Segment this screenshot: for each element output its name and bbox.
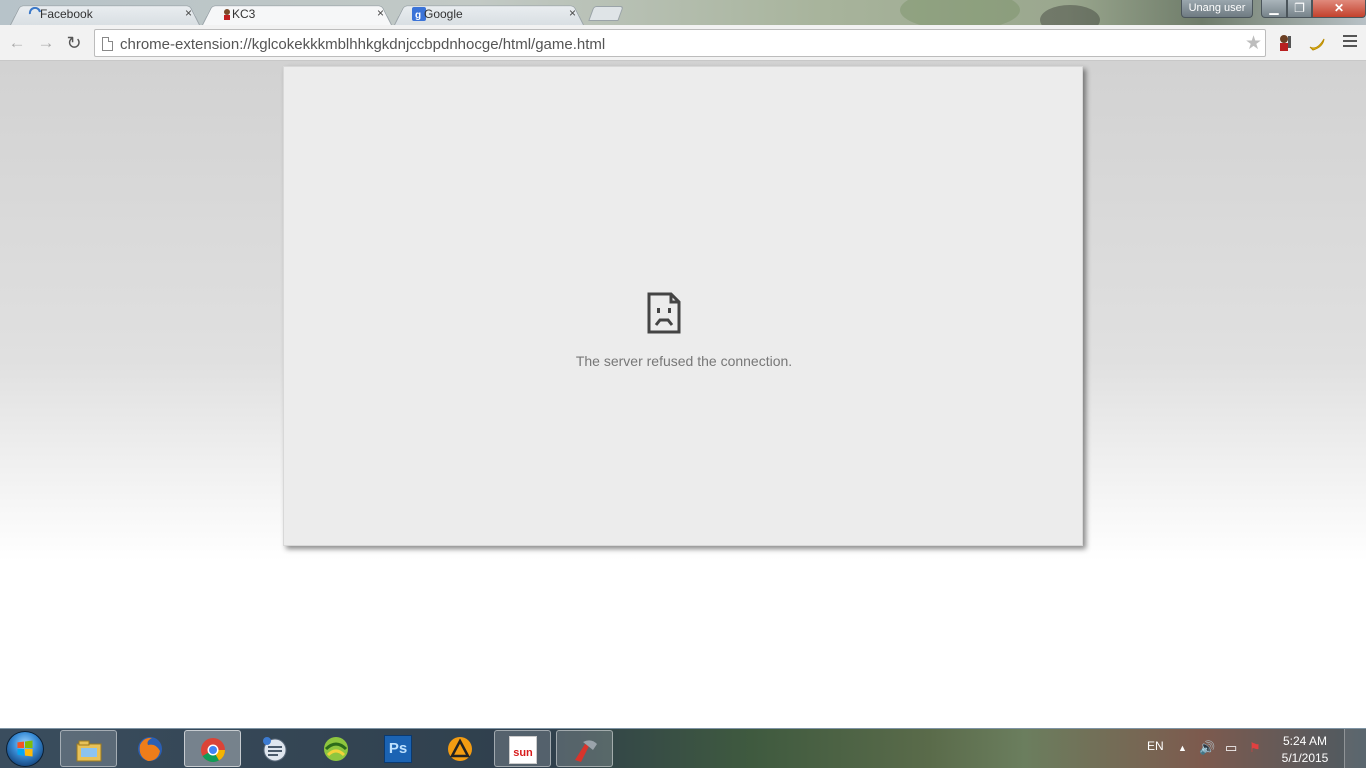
banana-extension-icon[interactable] [1307, 33, 1327, 53]
tab-strip: Facebook × KC3 × g Google × Unang user ▁… [0, 0, 1366, 25]
clock-date[interactable]: 5/1/2015 [1270, 751, 1340, 765]
tab-google[interactable]: g Google × [394, 2, 584, 25]
reload-button[interactable]: ↻ [64, 33, 84, 53]
windows-logo-icon [17, 740, 33, 757]
forward-button[interactable]: → [36, 33, 56, 53]
tab-kc3[interactable]: KC3 × [202, 2, 392, 25]
show-hidden-icons-icon[interactable]: ▲ [1178, 743, 1187, 753]
windows-explorer-icon [76, 740, 102, 762]
taskbar-sun-broadband[interactable]: sun [494, 730, 551, 767]
maximize-button[interactable]: ❐ [1287, 0, 1312, 18]
game-frame: The server refused the connection. [283, 66, 1083, 546]
tab-label: KC3 [232, 6, 256, 21]
chrome-menu-icon[interactable] [1343, 35, 1357, 50]
browser-toolbar: ← → ↻ chrome-extension://kglcokekkkmblhh… [0, 25, 1366, 61]
photoshop-icon: Ps [384, 735, 412, 763]
user-profile-button[interactable]: Unang user [1181, 0, 1253, 18]
taskbar-ccleaner[interactable] [556, 730, 613, 767]
taskbar-game-client[interactable] [308, 730, 365, 767]
error-message: The server refused the connection. [575, 353, 793, 369]
address-bar[interactable]: chrome-extension://kglcokekkkmblhhkgkdnj… [94, 29, 1266, 57]
back-button[interactable]: ← [7, 33, 27, 53]
network-tool-icon [263, 737, 287, 762]
firefox-icon [138, 737, 162, 761]
taskbar-aimp[interactable] [432, 730, 489, 767]
volume-icon[interactable]: 🔊 [1199, 740, 1215, 756]
chrome-icon [201, 738, 225, 763]
language-indicator[interactable]: EN [1147, 739, 1164, 753]
tab-close-icon[interactable]: × [377, 6, 384, 20]
new-tab-button[interactable] [588, 6, 624, 21]
aimp-icon [448, 737, 472, 761]
taskbar-photoshop[interactable]: Ps [370, 730, 427, 767]
tab-facebook[interactable]: Facebook × [10, 2, 200, 25]
bookmark-star-icon[interactable]: ★ [1245, 32, 1262, 55]
svg-text:g: g [415, 10, 421, 21]
taskbar-explorer[interactable] [60, 730, 117, 767]
game-client-icon [324, 737, 348, 761]
ccleaner-icon [575, 740, 597, 762]
tab-close-icon[interactable]: × [569, 6, 576, 20]
page-icon [102, 37, 113, 51]
sun-broadband-icon: sun [509, 736, 537, 764]
action-center-flag-icon[interactable]: ⚑ [1249, 740, 1261, 756]
taskbar-network-tool[interactable] [246, 730, 303, 767]
page-content: The server refused the connection. [0, 61, 1366, 728]
taskbar-chrome[interactable] [184, 730, 241, 767]
url-text[interactable]: chrome-extension://kglcokekkkmblhhkgkdnj… [120, 36, 605, 53]
clock-time[interactable]: 5:24 AM [1270, 734, 1340, 748]
sun-label: sun [513, 747, 533, 759]
windows-taskbar: Ps sun EN ▲ 🔊 ▭ ⚑ 5:24 AM 5/1/2015 [0, 728, 1366, 768]
tab-close-icon[interactable]: × [185, 6, 192, 20]
minimize-button[interactable]: ▁ [1261, 0, 1287, 18]
start-button[interactable] [6, 731, 44, 767]
sad-document-icon [647, 292, 681, 334]
tab-label: Facebook [40, 6, 93, 21]
network-icon[interactable]: ▭ [1225, 740, 1237, 756]
show-desktop-button[interactable] [1344, 729, 1366, 768]
close-window-button[interactable]: ✕ [1312, 0, 1366, 18]
photoshop-label: Ps [388, 740, 408, 757]
tab-label: Google [424, 6, 463, 21]
taskbar-firefox[interactable] [122, 730, 179, 767]
kc3-extension-icon[interactable] [1275, 33, 1295, 53]
